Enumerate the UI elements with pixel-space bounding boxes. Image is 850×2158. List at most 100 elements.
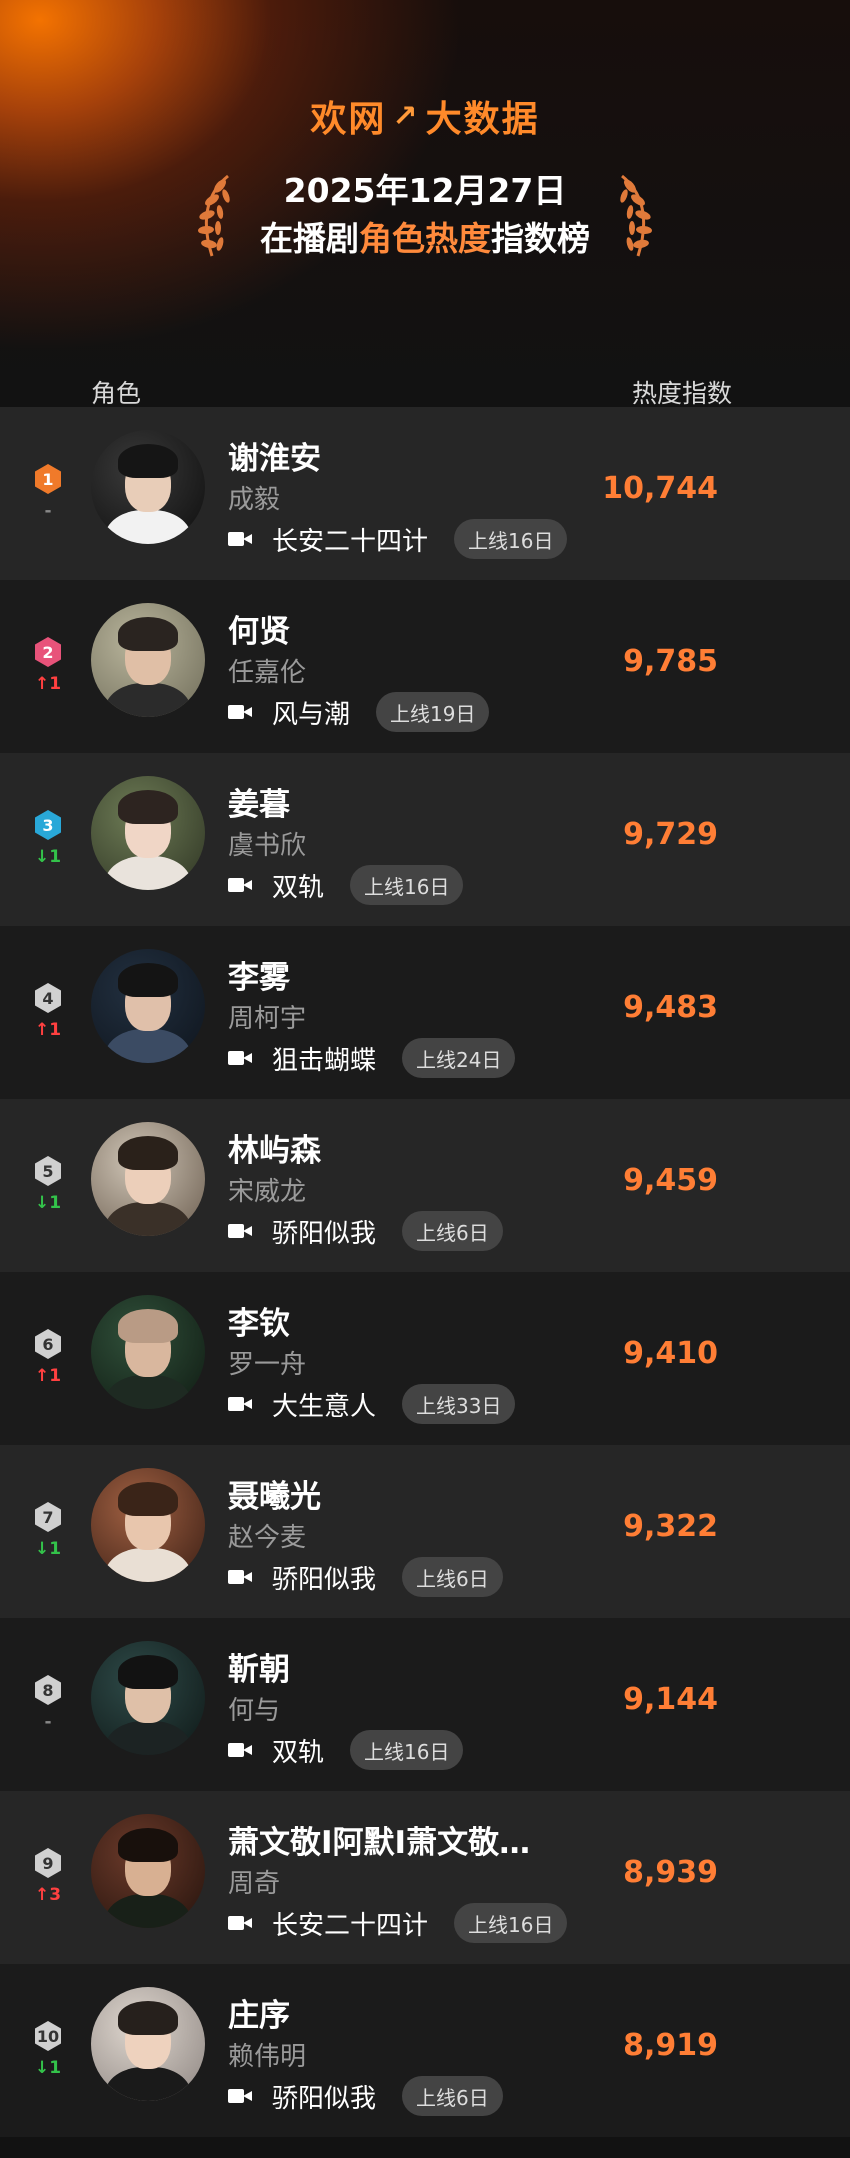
- rank-change: ↑3: [34, 1885, 62, 1905]
- ranking-page: 欢网 ↗ 大数据 2025年12月27日 在播剧角色热度指数榜 角色 热度指数 …: [0, 0, 850, 2158]
- show-title[interactable]: 大生意人: [272, 1386, 376, 1423]
- character-name[interactable]: 庄序: [228, 1990, 290, 2035]
- show-title[interactable]: 狙击蝴蝶: [272, 1040, 376, 1077]
- rank-number: 6: [42, 1334, 54, 1354]
- rank-number: 10: [36, 2026, 60, 2046]
- video-camera-icon: [228, 703, 254, 721]
- avatar[interactable]: [91, 1468, 205, 1582]
- heat-score: 9,144: [623, 1682, 718, 1717]
- list-item[interactable]: 1 - 谢淮安 成毅 长安二十四计 上线16日 10,744: [0, 407, 850, 580]
- days-online-badge: 上线6日: [402, 1557, 503, 1597]
- character-name[interactable]: 萧文敬I阿默I萧文敬…: [228, 1817, 530, 1862]
- character-name[interactable]: 谢淮安: [228, 433, 321, 478]
- rank-change: ↓1: [34, 847, 62, 867]
- rank-number: 3: [42, 815, 54, 835]
- character-name[interactable]: 李雾: [228, 952, 290, 997]
- rank-change: ↓1: [34, 1193, 62, 1213]
- video-camera-icon: [228, 876, 254, 894]
- brand-logo: 欢网 ↗ 大数据: [0, 90, 850, 142]
- heat-score: 9,322: [623, 1509, 718, 1544]
- heat-score: 8,939: [623, 1855, 718, 1890]
- list-item[interactable]: 2 ↑1 何贤 任嘉伦 风与潮 上线19日 9,785: [0, 580, 850, 753]
- avatar[interactable]: [91, 1814, 205, 1928]
- show-info: 狙击蝴蝶 上线24日: [228, 1038, 516, 1078]
- column-header: 角色 热度指数: [0, 370, 850, 410]
- character-name[interactable]: 李钦: [228, 1298, 290, 1343]
- character-name[interactable]: 靳朝: [228, 1644, 290, 1689]
- list-item[interactable]: 6 ↑1 李钦 罗一舟 大生意人 上线33日 9,410: [0, 1272, 850, 1445]
- brand-suffix: 大数据: [425, 99, 540, 140]
- heat-score: 9,729: [623, 817, 718, 852]
- rank-number: 7: [42, 1507, 54, 1527]
- rank-change: ↑1: [34, 674, 62, 694]
- rank-number: 2: [42, 642, 54, 662]
- title-suffix: 指数榜: [491, 219, 590, 258]
- show-title[interactable]: 长安二十四计: [272, 521, 428, 558]
- list-item[interactable]: 4 ↑1 李雾 周柯宇 狙击蝴蝶 上线24日 9,483: [0, 926, 850, 1099]
- list-item[interactable]: 7 ↓1 聂曦光 赵今麦 骄阳似我 上线6日 9,322: [0, 1445, 850, 1618]
- list-item[interactable]: 8 - 靳朝 何与 双轨 上线16日 9,144: [0, 1618, 850, 1791]
- actor-name: 宋威龙: [228, 1177, 307, 1207]
- actor-name: 何与: [228, 1696, 281, 1726]
- video-camera-icon: [228, 530, 254, 548]
- avatar[interactable]: [91, 949, 205, 1063]
- show-info: 双轨 上线16日: [228, 1730, 464, 1770]
- show-title[interactable]: 双轨: [272, 1732, 324, 1769]
- rank-change: -: [44, 1712, 52, 1732]
- title-date: 2025年12月27日: [283, 171, 567, 210]
- character-name[interactable]: 聂曦光: [228, 1471, 321, 1516]
- rank-change: -: [44, 501, 52, 521]
- days-online-badge: 上线16日: [454, 1903, 568, 1943]
- show-title[interactable]: 风与潮: [272, 694, 350, 731]
- page-title: 2025年12月27日 在播剧角色热度指数榜: [0, 168, 850, 264]
- show-info: 风与潮 上线19日: [228, 692, 490, 732]
- days-online-badge: 上线33日: [402, 1384, 516, 1424]
- video-camera-icon: [228, 1568, 254, 1586]
- avatar[interactable]: [91, 1122, 205, 1236]
- title-prefix: 在播剧: [260, 219, 359, 258]
- heat-score: 9,785: [623, 644, 718, 679]
- character-name[interactable]: 姜暮: [228, 779, 290, 824]
- heat-score: 8,919: [623, 2028, 718, 2063]
- days-online-badge: 上线16日: [454, 519, 568, 559]
- days-online-badge: 上线16日: [350, 865, 464, 905]
- avatar[interactable]: [91, 1987, 205, 2101]
- heat-score: 10,744: [602, 471, 718, 506]
- avatar[interactable]: [91, 430, 205, 544]
- show-title[interactable]: 长安二十四计: [272, 1905, 428, 1942]
- actor-name: 罗一舟: [228, 1350, 307, 1380]
- rank-change: ↑1: [34, 1366, 62, 1386]
- show-info: 长安二十四计 上线16日: [228, 519, 568, 559]
- list-item[interactable]: 3 ↓1 姜暮 虞书欣 双轨 上线16日 9,729: [0, 753, 850, 926]
- show-info: 骄阳似我 上线6日: [228, 2076, 503, 2116]
- show-info: 长安二十四计 上线16日: [228, 1903, 568, 1943]
- show-title[interactable]: 骄阳似我: [272, 2078, 376, 2115]
- avatar[interactable]: [91, 603, 205, 717]
- avatar[interactable]: [91, 1295, 205, 1409]
- rank-number: 8: [42, 1680, 54, 1700]
- show-info: 骄阳似我 上线6日: [228, 1557, 503, 1597]
- rank-number: 9: [42, 1853, 54, 1873]
- days-online-badge: 上线16日: [350, 1730, 464, 1770]
- brand-name: 欢网: [310, 99, 387, 140]
- days-online-badge: 上线6日: [402, 2076, 503, 2116]
- actor-name: 虞书欣: [228, 831, 307, 861]
- column-score: 热度指数: [631, 379, 732, 408]
- video-camera-icon: [228, 1049, 254, 1067]
- heat-score: 9,459: [623, 1163, 718, 1198]
- show-title[interactable]: 骄阳似我: [272, 1559, 376, 1596]
- actor-name: 赵今麦: [228, 1523, 307, 1553]
- list-item[interactable]: 9 ↑3 萧文敬I阿默I萧文敬… 周奇 长安二十四计 上线16日 8,939: [0, 1791, 850, 1964]
- list-item[interactable]: 10 ↓1 庄序 赖伟明 骄阳似我 上线6日 8,919: [0, 1964, 850, 2137]
- heat-score: 9,483: [623, 990, 718, 1025]
- character-name[interactable]: 何贤: [228, 606, 290, 651]
- actor-name: 周柯宇: [228, 1004, 307, 1034]
- avatar[interactable]: [91, 776, 205, 890]
- avatar[interactable]: [91, 1641, 205, 1755]
- show-title[interactable]: 骄阳似我: [272, 1213, 376, 1250]
- list-item[interactable]: 5 ↓1 林屿森 宋威龙 骄阳似我 上线6日 9,459: [0, 1099, 850, 1272]
- show-title[interactable]: 双轨: [272, 867, 324, 904]
- trend-arrow-icon: ↗: [392, 98, 420, 134]
- character-name[interactable]: 林屿森: [228, 1125, 321, 1170]
- rank-change: ↑1: [34, 1020, 62, 1040]
